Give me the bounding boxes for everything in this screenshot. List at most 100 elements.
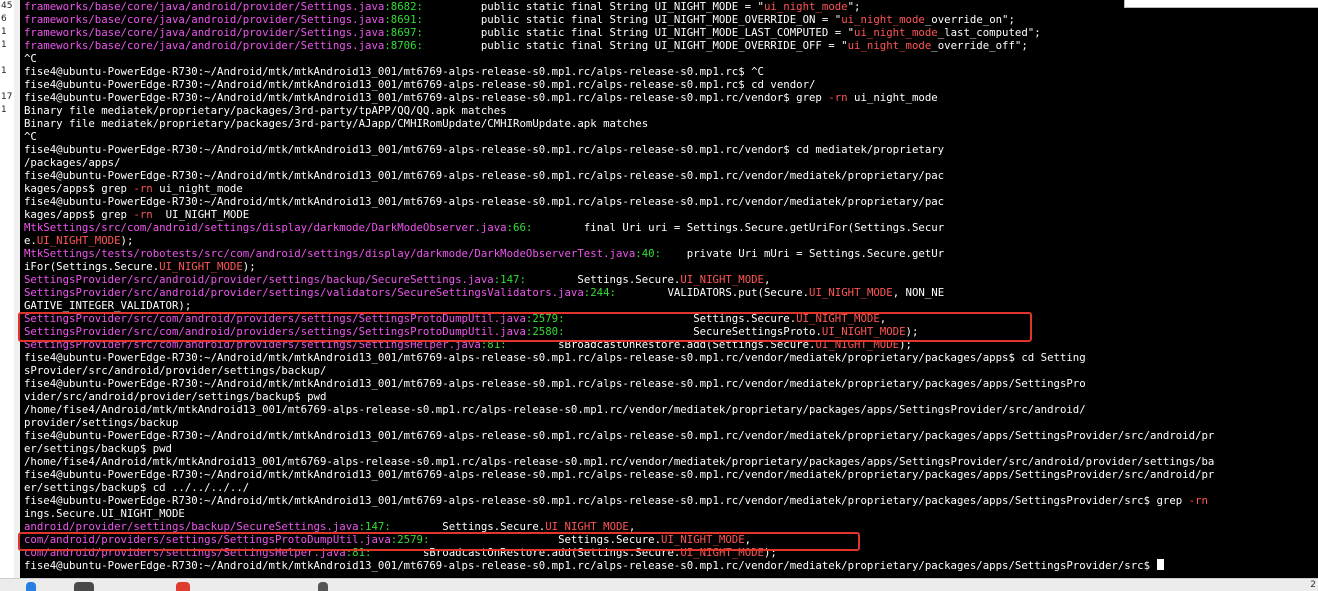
terminal-line: er/settings/backup$ cd ../../../../ (24, 481, 1214, 494)
terminal-line: fise4@ubuntu-PowerEdge-R730:~/Android/mt… (24, 169, 1214, 182)
terminal-line: fise4@ubuntu-PowerEdge-R730:~/Android/mt… (24, 377, 1214, 390)
match-text: ui_night_mode (841, 13, 925, 26)
terminal-line: ings.Secure.UI_NIGHT_MODE (24, 507, 1214, 520)
output-text: , NON_NE (892, 286, 945, 299)
output-text: fise4@ubuntu-PowerEdge-R730:~/Android/mt… (24, 559, 1157, 572)
line-number: :244: (583, 286, 616, 299)
line-number: :147: (493, 273, 526, 286)
terminal-line: GATIVE_INTEGER_VALIDATOR); (24, 299, 1214, 312)
output-text: kages/apps$ grep (24, 208, 134, 221)
line-number: :8706: (384, 39, 423, 52)
terminal-line: SettingsProvider/src/android/provider/se… (24, 273, 1214, 286)
terminal-line: fise4@ubuntu-PowerEdge-R730:~/Android/mt… (24, 429, 1214, 442)
output-text: ^C (24, 52, 37, 65)
output-text: GATIVE_INTEGER_VALIDATOR); (24, 299, 192, 312)
gutter-number: 17 (1, 92, 13, 102)
output-text: VALIDATORS.put(Secure. (615, 286, 810, 299)
terminal-line: provider/settings/backup (24, 416, 1214, 429)
output-text: ); (120, 234, 134, 247)
output-text: fise4@ubuntu-PowerEdge-R730:~/Android/mt… (24, 169, 945, 182)
terminal-line: Binary file mediatek/proprietary/package… (24, 117, 1214, 130)
output-text: _last_computed"; (937, 26, 1041, 39)
output-text: ui_night_mode (152, 182, 243, 195)
output-text: _override_off"; (931, 39, 1028, 52)
terminal-line: SettingsProvider/src/android/provider/se… (24, 286, 1214, 299)
terminal-line: frameworks/base/core/java/android/provid… (24, 0, 1214, 13)
output-text: fise4@ubuntu-PowerEdge-R730:~/Android/mt… (24, 494, 1189, 507)
terminal-line: e.UI_NIGHT_MODE); (24, 234, 1214, 247)
highlight-box-protodump-src-result (18, 532, 860, 551)
file-path: MtkSettings/tests/robotests/src/com/andr… (24, 247, 636, 260)
terminal-line: /packages/apps/ (24, 156, 1214, 169)
terminal-line: ^C (24, 130, 1214, 143)
terminal-line: MtkSettings/tests/robotests/src/com/andr… (24, 247, 1214, 260)
terminal-line: fise4@ubuntu-PowerEdge-R730:~/Android/mt… (24, 65, 1214, 78)
terminal-line: MtkSettings/src/com/android/settings/dis… (24, 221, 1214, 234)
output-text: _override_on"; (924, 13, 1015, 26)
terminal-line: /home/fise4/Android/mtk/mtkAndroid13_001… (24, 403, 1214, 416)
file-path: SettingsProvider/src/android/provider/se… (24, 273, 494, 286)
output-text: Binary file mediatek/proprietary/package… (24, 117, 649, 130)
match-text: ui_night_mode (854, 26, 938, 39)
output-text: fise4@ubuntu-PowerEdge-R730:~/Android/mt… (24, 195, 945, 208)
output-text: ings.Secure.UI_NIGHT_MODE (24, 507, 185, 520)
line-number: :8682: (384, 0, 423, 13)
output-text: final Uri uri = Settings.Secure.getUriFo… (532, 221, 945, 234)
match-text: UI_NIGHT_MODE (680, 273, 764, 286)
gutter-number: 45 (1, 1, 13, 11)
overlay-strip (1124, 0, 1318, 8)
output-text: /home/fise4/Android/mtk/mtkAndroid13_001… (24, 455, 1215, 468)
output-text: fise4@ubuntu-PowerEdge-R730:~/Android/mt… (24, 91, 829, 104)
output-text: public static final String UI_NIGHT_MODE… (422, 26, 855, 39)
output-text: Settings.Secure. (525, 273, 681, 286)
output-text: fise4@ubuntu-PowerEdge-R730:~/Android/mt… (24, 65, 764, 78)
output-text: /home/fise4/Android/mtk/mtkAndroid13_001… (24, 403, 1086, 416)
taskbar-clock[interactable]: 2 (1310, 580, 1316, 590)
terminal-line: fise4@ubuntu-PowerEdge-R730:~/Android/mt… (24, 494, 1214, 507)
output-text: public static final String UI_NIGHT_MODE… (422, 0, 764, 13)
output-text: ); (242, 260, 256, 273)
match-text: -rn (133, 208, 153, 221)
file-path: frameworks/base/core/java/android/provid… (24, 26, 385, 39)
line-number: :8691: (384, 13, 423, 26)
line-number: :40: (635, 247, 662, 260)
output-text: e. (24, 234, 37, 247)
match-text: ui_night_mode (763, 0, 848, 13)
output-text: er/settings/backup$ cd ../../../../ (24, 481, 250, 494)
match-text: -rn (828, 91, 848, 104)
output-text: fise4@ubuntu-PowerEdge-R730:~/Android/mt… (24, 377, 1086, 390)
file-path: frameworks/base/core/java/android/provid… (24, 13, 385, 26)
terminal-line: fise4@ubuntu-PowerEdge-R730:~/Android/mt… (24, 195, 1214, 208)
output-text: public static final String UI_NIGHT_MODE… (422, 39, 848, 52)
gutter-number: 6 (1, 14, 7, 24)
terminal-line: ^C (24, 52, 1214, 65)
terminal-line: Binary file mediatek/proprietary/package… (24, 104, 1214, 117)
output-text: iFor(Settings.Secure. (24, 260, 160, 273)
terminal-line: frameworks/base/core/java/android/provid… (24, 13, 1214, 26)
output-text: er/settings/backup$ pwd (24, 442, 172, 455)
terminal-line: fise4@ubuntu-PowerEdge-R730:~/Android/mt… (24, 559, 1214, 572)
terminal-line: kages/apps$ grep -rn UI_NIGHT_MODE (24, 208, 1214, 221)
output-text: UI_NIGHT_MODE (152, 208, 250, 221)
file-path: MtkSettings/src/com/android/settings/dis… (24, 221, 507, 234)
terminal-line: iFor(Settings.Secure.UI_NIGHT_MODE); (24, 260, 1214, 273)
line-number: :8697: (384, 26, 423, 39)
output-text: fise4@ubuntu-PowerEdge-R730:~/Android/mt… (24, 78, 816, 91)
output-text: fise4@ubuntu-PowerEdge-R730:~/Android/mt… (24, 143, 945, 156)
terminal-line: fise4@ubuntu-PowerEdge-R730:~/Android/mt… (24, 468, 1214, 481)
terminal-line: frameworks/base/core/java/android/provid… (24, 39, 1214, 52)
output-text: private Uri mUri = Settings.Secure.getUr (661, 247, 945, 260)
terminal-lines: frameworks/base/core/java/android/provid… (24, 0, 1214, 572)
gutter-number: 1 (1, 27, 7, 37)
terminal-line: sProvider/src/android/provider/settings/… (24, 364, 1214, 377)
match-text: ui_night_mode (847, 39, 932, 52)
output-text: Binary file mediatek/proprietary/package… (24, 104, 507, 117)
line-gutter: 45 6 1 1 1 17 1 (0, 0, 15, 578)
match-text: -rn (1188, 494, 1208, 507)
match-text: UI_NIGHT_MODE (809, 286, 893, 299)
output-text: ^C (24, 130, 37, 143)
line-number: :66: (506, 221, 533, 234)
terminal-output[interactable]: frameworks/base/core/java/android/provid… (20, 0, 1318, 578)
file-path: frameworks/base/core/java/android/provid… (24, 0, 385, 13)
terminal-line: frameworks/base/core/java/android/provid… (24, 26, 1214, 39)
